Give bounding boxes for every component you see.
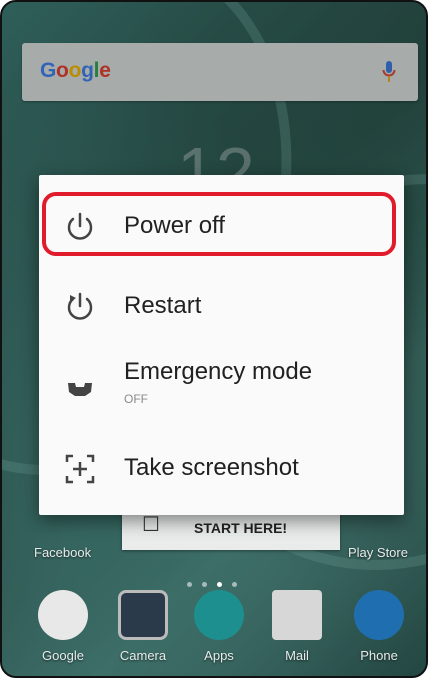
menu-item-label: Restart (124, 292, 202, 319)
google-apps-icon (38, 590, 88, 640)
lightbulb-icon: ☐ (142, 514, 160, 536)
apps-grid-icon (194, 590, 244, 640)
page-dot (232, 582, 237, 587)
dock-app-label: Camera (119, 648, 167, 663)
phone-screen: Google 12 ☐ START HERE! Facebook Play St… (0, 0, 428, 678)
dock-app-label: Phone (360, 648, 398, 663)
restart-icon (67, 292, 93, 320)
menu-item-label: Take screenshot (124, 454, 299, 481)
camera-icon (118, 590, 168, 640)
emergency-mode-icon (68, 383, 92, 396)
mail-icon (272, 590, 322, 640)
page-dot-active (217, 582, 222, 587)
dock-app-label: Mail (285, 648, 309, 663)
power-menu-dialog: Power off Restart Emergency mode OFF Tak… (39, 175, 404, 515)
dock-app-phone[interactable]: Phone (344, 590, 414, 663)
dock-app-label: Google (42, 648, 84, 663)
dock-app-google[interactable]: Google (28, 590, 98, 663)
highlight-frame (42, 192, 396, 256)
menu-item-label: Emergency mode (124, 358, 313, 385)
start-here-label: START HERE! (194, 520, 288, 536)
screenshot-icon (65, 454, 95, 484)
page-dot (187, 582, 192, 587)
menu-item-emergency-mode[interactable]: Emergency mode OFF (39, 350, 404, 426)
dock: Google Camera Apps Mail Phone (2, 590, 426, 676)
page-dot (202, 582, 207, 587)
menu-item-take-screenshot[interactable]: Take screenshot (39, 430, 404, 506)
dock-app-camera[interactable]: Camera (108, 590, 178, 663)
dock-app-mail[interactable]: Mail (262, 590, 332, 663)
play-store-label[interactable]: Play Store (348, 545, 408, 560)
dock-app-label: Apps (204, 648, 234, 663)
phone-icon (354, 590, 404, 640)
facebook-label[interactable]: Facebook (34, 545, 91, 560)
menu-item-restart[interactable]: Restart (39, 268, 404, 344)
dock-app-apps[interactable]: Apps (184, 590, 254, 663)
menu-item-sublabel: OFF (124, 392, 148, 406)
